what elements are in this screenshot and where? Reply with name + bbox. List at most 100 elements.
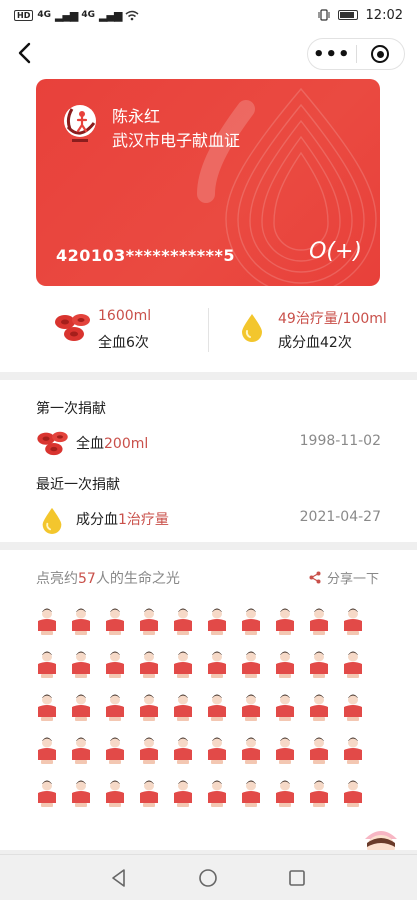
person-figure-icon <box>106 651 124 678</box>
person-figure-icon <box>140 694 158 721</box>
lives-lit-prefix: 点亮约 <box>36 571 78 587</box>
red-blood-cells-icon <box>55 314 90 341</box>
whole-blood-value: 1600ml <box>98 308 152 324</box>
person-figure-icon <box>276 694 294 721</box>
person-figure-icon <box>106 608 124 635</box>
status-time: 12:02 <box>365 7 403 23</box>
person-figure-icon <box>140 737 158 764</box>
card-title: 武汉市电子献血证 <box>112 131 241 150</box>
status-left: HD 4G ▂▄▆ 4G ▂▄▆ <box>14 9 139 22</box>
person-figure-icon <box>276 651 294 678</box>
lives-lit-title: 点亮约57人的生命之光 <box>36 568 180 588</box>
person-figure-icon <box>310 780 328 807</box>
battery-icon <box>337 10 358 20</box>
person-figure-icon <box>208 737 226 764</box>
blood-type: O(+) <box>309 239 362 264</box>
network-label-2: 4G <box>81 10 96 20</box>
red-blood-cells-icon <box>37 431 68 456</box>
share-button[interactable]: 分享一下 <box>309 568 379 587</box>
circle-home-icon[interactable] <box>197 867 219 889</box>
component-value: 49治疗量/100ml <box>278 311 387 327</box>
triangle-back-icon[interactable] <box>108 867 130 889</box>
person-figure-icon <box>208 694 226 721</box>
network-label-1: 4G <box>37 10 51 20</box>
component-label: 成分血42次 <box>278 335 352 351</box>
recent-donation-title: 最近一次捐献 <box>36 477 120 493</box>
person-figure-icon <box>72 737 90 764</box>
person-figure-icon <box>106 780 124 807</box>
person-figure-icon <box>72 780 90 807</box>
person-figure-icon <box>38 608 56 635</box>
first-donation-amount: 200ml <box>104 436 149 452</box>
share-label: 分享一下 <box>326 572 379 587</box>
first-donation-row[interactable]: 全血200ml 1998-11-02 <box>36 430 381 456</box>
person-figure-icon <box>242 694 260 721</box>
person-figure-icon <box>174 608 192 635</box>
square-recent-icon[interactable] <box>286 867 308 889</box>
person-figure-icon <box>38 651 56 678</box>
person-figure-icon <box>72 608 90 635</box>
blood-donation-card[interactable]: 陈永红 武汉市电子献血证 420103***********5 O(+) <box>36 79 380 286</box>
hd-badge: HD <box>14 9 34 21</box>
first-donation-type: 全血200ml <box>76 433 148 453</box>
whole-blood-stat: 1600ml 全血6次 <box>54 300 204 356</box>
back-arrow-icon[interactable] <box>10 38 40 68</box>
card-section: 陈永红 武汉市电子献血证 420103***********5 O(+) 160… <box>0 76 417 372</box>
more-button[interactable]: ••• <box>308 44 356 65</box>
recent-donation-type-label: 成分血 <box>76 512 118 528</box>
person-figure-icon <box>174 737 192 764</box>
recent-donation-date: 2021-04-27 <box>299 509 381 525</box>
person-figure-icon <box>72 694 90 721</box>
close-button[interactable] <box>357 45 405 63</box>
person-figure-icon <box>72 651 90 678</box>
first-donation-type-label: 全血 <box>76 436 104 452</box>
plasma-drop-icon <box>242 314 262 342</box>
status-bar: HD 4G ▂▄▆ 4G ▂▄▆ 12:02 <box>0 0 417 30</box>
stats-row: 1600ml 全血6次 49治疗量/100ml 成分血42次 <box>0 300 417 356</box>
person-figure-icon <box>276 608 294 635</box>
person-figure-icon <box>310 737 328 764</box>
person-figure-icon <box>208 651 226 678</box>
blood-center-logo-icon <box>64 105 96 142</box>
person-figure-icon <box>242 737 260 764</box>
nav-bar: ••• <box>0 30 417 76</box>
person-figure-icon <box>344 608 362 635</box>
plasma-drop-icon <box>42 507 62 534</box>
recent-donation-amount: 1治疗量 <box>118 512 169 528</box>
person-figure-icon <box>174 694 192 721</box>
lives-lit-section: 点亮约57人的生命之光 分享一下 <box>0 550 417 850</box>
person-figure-icon <box>310 651 328 678</box>
share-icon <box>309 571 321 584</box>
signal-icon: ▂▄▆ <box>55 8 78 22</box>
first-donation-date: 1998-11-02 <box>299 433 381 449</box>
person-figure-icon <box>140 651 158 678</box>
person-figure-icon <box>310 608 328 635</box>
recent-donation-row[interactable]: 成分血1治疗量 2021-04-27 <box>36 506 381 534</box>
vibrate-icon <box>318 9 330 21</box>
person-figure-icon <box>242 780 260 807</box>
person-figure-icon <box>106 694 124 721</box>
donor-name: 陈永红 <box>112 107 161 126</box>
target-close-icon <box>371 45 390 63</box>
person-figure-icon <box>140 780 158 807</box>
whole-blood-label: 全血6次 <box>98 335 149 351</box>
person-figure-icon <box>344 651 362 678</box>
signal-icon: ▂▄▆ <box>99 8 122 22</box>
lives-lit-count: 57 <box>78 571 96 587</box>
person-figure-icon <box>38 737 56 764</box>
person-figure-icon <box>208 780 226 807</box>
component-blood-stat: 49治疗量/100ml 成分血42次 <box>240 300 410 356</box>
donation-records: 第一次捐献 全血200ml 1998-11-02 最近一次捐献 成分血1治疗量 … <box>0 380 417 542</box>
status-right: 12:02 <box>318 8 403 23</box>
person-figure-icon <box>174 780 192 807</box>
person-figure-icon <box>106 737 124 764</box>
person-figure-icon <box>140 608 158 635</box>
mini-program-capsule: ••• <box>307 38 405 70</box>
lives-lit-suffix: 人的生命之光 <box>95 571 180 587</box>
person-figure-icon <box>310 694 328 721</box>
id-number: 420103***********5 <box>56 246 235 265</box>
person-figure-icon <box>174 651 192 678</box>
first-donation-title: 第一次捐献 <box>36 401 106 417</box>
person-figure-icon <box>344 694 362 721</box>
person-figure-icon <box>38 780 56 807</box>
